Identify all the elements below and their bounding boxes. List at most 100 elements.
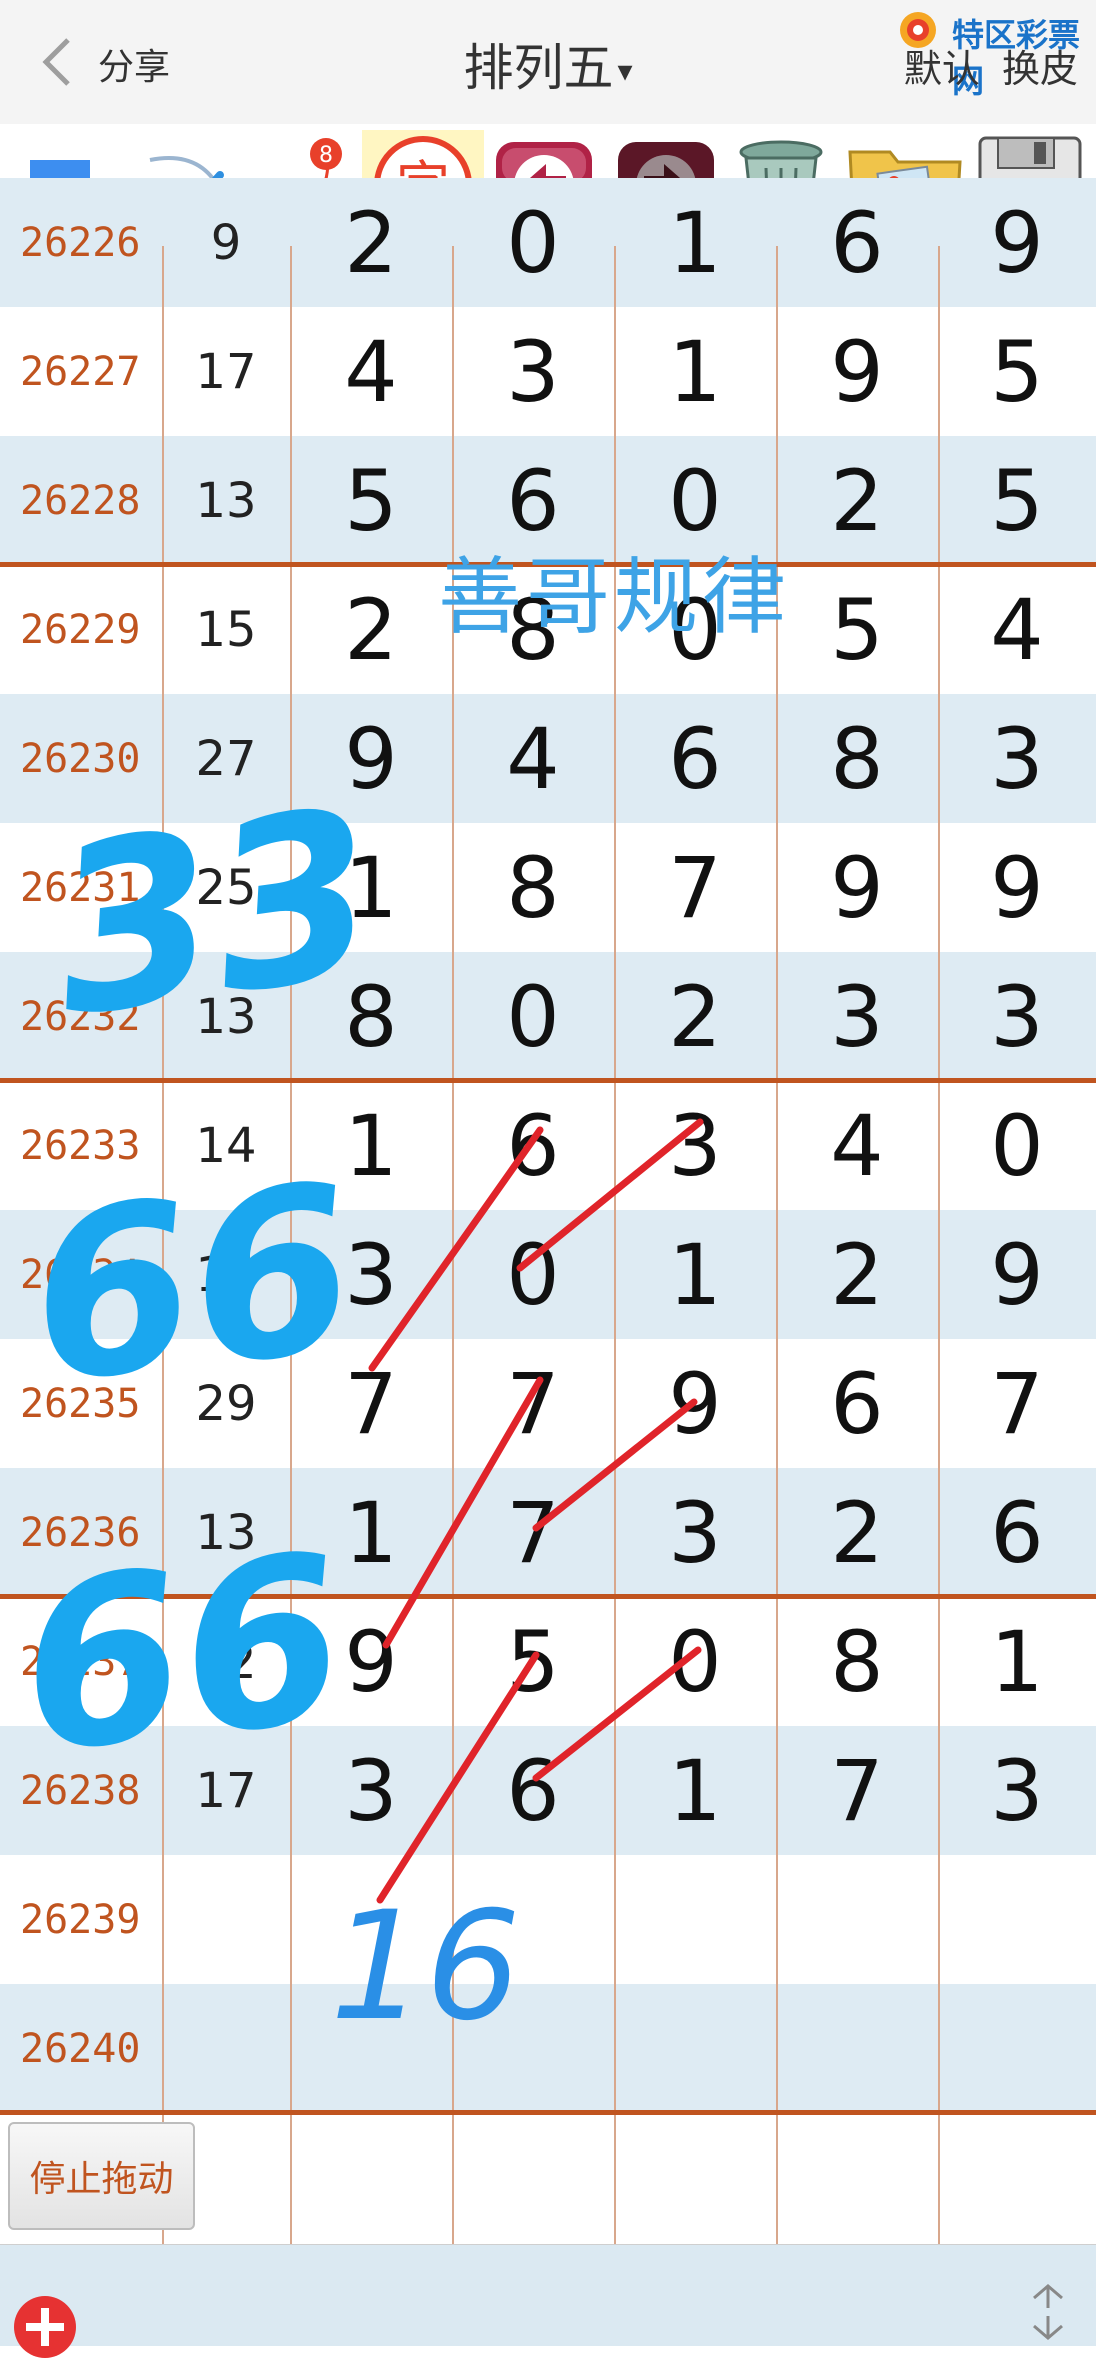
table-row: 26227 17 4 3 1 9 5 [0,307,1096,436]
digit-cell-pos4[interactable]: 2 [776,1210,938,1339]
issue-number-cell: 26230 [20,735,141,782]
digit-cell-pos2[interactable]: 0 [452,952,614,1081]
digit-cell-pos2[interactable]: 4 [452,694,614,823]
digit-cell-pos3[interactable]: 7 [614,823,776,952]
digit-cell-pos1[interactable]: 2 [290,565,452,694]
digit-cell-pos3[interactable]: 1 [614,307,776,436]
column-divider [938,246,940,2244]
digit-cell-pos2[interactable]: 3 [452,307,614,436]
table-row: 26237 22 9 5 0 8 1 [0,1597,1096,1726]
sum-cell: 17 [195,343,257,400]
digit-cell-pos3[interactable]: 3 [614,1468,776,1597]
digit-cell-pos1[interactable]: 7 [290,1339,452,1468]
digit-cell-pos4[interactable]: 9 [776,307,938,436]
digit-cell-pos1[interactable]: 3 [290,1726,452,1855]
digit-cell-pos5[interactable]: 5 [938,307,1096,436]
digit-cell-pos4[interactable]: 8 [776,694,938,823]
digit-cell-pos5[interactable]: 9 [938,823,1096,952]
digit-cell-pos2[interactable]: 7 [452,1339,614,1468]
issue-number-cell: 26228 [20,477,141,524]
digit-cell-pos5[interactable] [938,2113,1096,2242]
digit-cell-pos1[interactable]: 9 [290,694,452,823]
table-row: 26234 15 3 0 1 2 9 [0,1210,1096,1339]
digit-cell-pos2[interactable]: 8 [452,823,614,952]
digit-cell-pos3[interactable]: 1 [614,178,776,307]
digit-cell-pos5[interactable]: 9 [938,178,1096,307]
digit-cell-pos5[interactable]: 3 [938,1726,1096,1855]
issue-number-cell: 26227 [20,348,141,395]
digit-cell-pos3[interactable]: 3 [614,1081,776,1210]
digit-cell-pos1[interactable]: 1 [290,1468,452,1597]
digit-cell-pos4[interactable]: 7 [776,1726,938,1855]
issue-number-cell: 26237 [20,1638,141,1685]
digit-cell-pos2[interactable]: 5 [452,1597,614,1726]
digit-cell-pos2[interactable]: 6 [452,1081,614,1210]
digit-cell-pos2[interactable]: 6 [452,1726,614,1855]
digit-cell-pos1[interactable]: 1 [290,1081,452,1210]
sum-cell: 27 [195,730,257,787]
digit-cell-pos1[interactable] [290,2113,452,2242]
stop-drag-button[interactable]: 停止拖动 [8,2122,195,2230]
digit-cell-pos4[interactable]: 2 [776,436,938,565]
group-separator [0,2110,1096,2115]
digit-cell-pos5[interactable]: 1 [938,1597,1096,1726]
digit-cell-pos5[interactable] [938,1855,1096,1984]
issue-number-cell: 26240 [20,2025,141,2072]
digit-cell-pos2[interactable]: 0 [452,178,614,307]
digit-cell-pos5[interactable]: 6 [938,1468,1096,1597]
digit-cell-pos2[interactable]: 7 [452,1468,614,1597]
digit-cell-pos5[interactable]: 7 [938,1339,1096,1468]
digit-cell-pos1[interactable]: 1 [290,823,452,952]
digit-cell-pos4[interactable]: 4 [776,1081,938,1210]
digit-cell-pos4[interactable]: 2 [776,1468,938,1597]
digit-cell-pos3[interactable]: 6 [614,694,776,823]
digit-cell-pos3[interactable] [614,2113,776,2242]
sum-cell: 14 [195,1117,257,1174]
digit-cell-pos1[interactable]: 4 [290,307,452,436]
digit-cell-pos4[interactable] [776,2113,938,2242]
digit-cell-pos1[interactable]: 8 [290,952,452,1081]
digit-cell-pos5[interactable]: 9 [938,1210,1096,1339]
digit-cell-pos5[interactable]: 3 [938,952,1096,1081]
scroll-up-down-icon[interactable] [1020,2282,1076,2342]
digit-cell-pos3[interactable]: 1 [614,1210,776,1339]
digit-cell-pos3[interactable]: 1 [614,1726,776,1855]
digit-cell-pos3[interactable] [614,1855,776,1984]
digit-cell-pos5[interactable]: 0 [938,1081,1096,1210]
sum-cell [162,1855,290,1984]
sum-cell: 22 [195,1633,257,1690]
digit-cell-pos5[interactable]: 4 [938,565,1096,694]
digit-cell-pos1[interactable]: 9 [290,1597,452,1726]
digit-cell-pos2[interactable]: 0 [452,1210,614,1339]
digit-cell-pos1[interactable]: 2 [290,178,452,307]
bottom-bar [0,2244,1096,2346]
digit-cell-pos4[interactable] [776,1855,938,1984]
issue-number-cell: 26235 [20,1380,141,1427]
digit-cell-pos3[interactable] [614,1984,776,2113]
digit-cell-pos3[interactable]: 0 [614,1597,776,1726]
issue-number-cell: 26231 [20,864,141,911]
digit-cell-pos3[interactable]: 2 [614,952,776,1081]
issue-number-cell: 26239 [20,1896,141,1943]
add-plus-icon[interactable] [12,2294,78,2360]
digit-cell-pos5[interactable] [938,1984,1096,2113]
digit-cell-pos1[interactable]: 3 [290,1210,452,1339]
table-row: 26233 14 1 6 3 4 0 [0,1081,1096,1210]
digit-cell-pos4[interactable]: 6 [776,1339,938,1468]
digit-cell-pos2[interactable] [452,2113,614,2242]
digit-cell-pos3[interactable]: 9 [614,1339,776,1468]
digit-cell-pos4[interactable]: 8 [776,1597,938,1726]
digit-cell-pos4[interactable]: 6 [776,178,938,307]
sum-cell: 13 [195,472,257,529]
digit-cell-pos1[interactable]: 5 [290,436,452,565]
watermark-text: 善哥规律 [438,548,791,646]
digit-cell-pos5[interactable]: 3 [938,694,1096,823]
digit-cell-pos4[interactable] [776,1984,938,2113]
column-divider [290,246,292,2244]
digit-cell-pos4[interactable]: 3 [776,952,938,1081]
issue-number-cell: 26232 [20,993,141,1040]
sum-cell: 25 [195,859,257,916]
digit-cell-pos4[interactable]: 9 [776,823,938,952]
digit-cell-pos4[interactable]: 5 [776,565,938,694]
digit-cell-pos5[interactable]: 5 [938,436,1096,565]
